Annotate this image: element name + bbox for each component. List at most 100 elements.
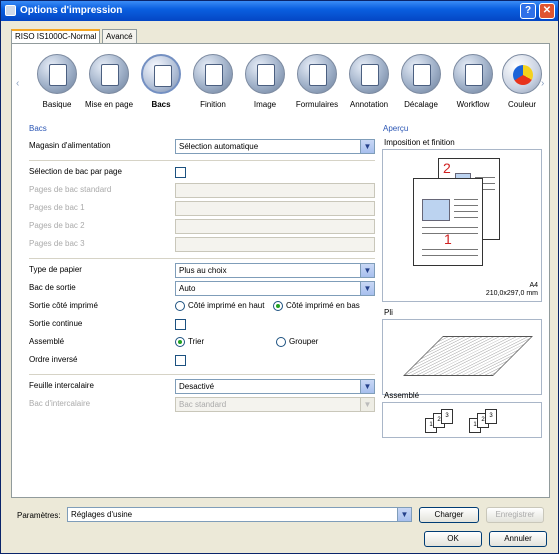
tab-avance[interactable]: Avancé [102, 29, 137, 43]
scroll-left-icon[interactable]: ‹ [16, 78, 19, 89]
fold-icon [403, 336, 533, 376]
imposition-preview: 2 1 A4 210,0x297,0 mm [382, 149, 542, 302]
chevron-down-icon[interactable]: ▼ [360, 380, 374, 393]
ordre-inverse-row: Ordre inversé [29, 353, 389, 368]
nav-decalage[interactable]: Décalage [395, 48, 447, 116]
face-down-radio[interactable] [273, 301, 283, 311]
pages-1-field[interactable] [175, 201, 375, 216]
pages-1-label: Pages de bac 1 [29, 203, 85, 212]
tab-panel: ‹ Basique Mise en page Bacs Finition Ima… [11, 43, 550, 498]
magasin-value: Sélection automatique [179, 142, 259, 151]
chevron-down-icon[interactable]: ▼ [360, 282, 374, 295]
nav-bacs[interactable]: Bacs [135, 48, 187, 116]
pages-standard-label: Pages de bac standard [29, 185, 112, 194]
chevron-down-icon[interactable]: ▼ [360, 264, 374, 277]
sortie-continue-row: Sortie continue [29, 317, 389, 332]
grouper-radio[interactable] [276, 337, 286, 347]
magasin-select[interactable]: Sélection automatique ▼ [175, 139, 375, 154]
finishing-icon [193, 54, 233, 94]
collate-set-icon: 1 2 3 [425, 409, 463, 433]
bac-intercalaire-value: Bac standard [179, 400, 227, 409]
chevron-down-icon[interactable]: ▼ [397, 508, 411, 521]
settings-bar: Paramètres: Réglages d'usine ▼ Charger E… [11, 507, 550, 527]
selection-par-page-row: Sélection de bac par page [29, 165, 389, 180]
ordre-inverse-checkbox[interactable] [175, 355, 186, 366]
nav-annotation-label: Annotation [349, 100, 389, 109]
title-bar[interactable]: Options d'impression ? ✕ [1, 1, 558, 21]
category-toolbar: ‹ Basique Mise en page Bacs Finition Ima… [12, 48, 549, 116]
feuille-intercalaire-select[interactable]: Desactivé ▼ [175, 379, 375, 394]
collate-preview: 1 2 3 1 2 3 [382, 402, 542, 438]
pli-label: Pli [384, 308, 393, 317]
nav-basique[interactable]: Basique [31, 48, 83, 116]
trier-radio[interactable] [175, 337, 185, 347]
selection-par-page-label: Sélection de bac par page [29, 167, 122, 176]
pages-3-field[interactable] [175, 237, 375, 252]
magasin-row: Magasin d'alimentation Sélection automat… [29, 139, 389, 154]
charger-button[interactable]: Charger [419, 507, 479, 523]
sortie-continue-label: Sortie continue [29, 319, 83, 328]
divider [29, 374, 375, 375]
pages-2-label: Pages de bac 2 [29, 221, 85, 230]
chevron-down-icon[interactable]: ▼ [360, 140, 374, 153]
face-up-label[interactable]: Côté imprimé en haut [188, 301, 264, 310]
pages-standard-field[interactable] [175, 183, 375, 198]
selection-par-page-checkbox[interactable] [175, 167, 186, 178]
enregistrer-button[interactable]: Enregistrer [486, 507, 544, 523]
bac-sortie-value: Auto [179, 284, 196, 293]
nav-image[interactable]: Image [239, 48, 291, 116]
type-papier-select[interactable]: Plus au choix ▼ [175, 263, 375, 278]
parametres-select[interactable]: Réglages d'usine ▼ [67, 507, 412, 522]
parametres-value: Réglages d'usine [71, 510, 133, 519]
collate-set-icon: 1 2 3 [469, 409, 507, 433]
tab-normal[interactable]: RISO IS1000C-Normal [11, 29, 101, 44]
pages-standard-row: Pages de bac standard [29, 183, 389, 198]
bac-intercalaire-row: Bac d'intercalaire Bac standard ▼ [29, 397, 389, 412]
nav-mise-en-page-label: Mise en page [84, 100, 134, 109]
type-papier-row: Type de papier Plus au choix ▼ [29, 263, 389, 278]
annuler-button[interactable]: Annuler [489, 531, 547, 547]
feuille-intercalaire-value: Desactivé [179, 382, 215, 391]
bac-sortie-select[interactable]: Auto ▼ [175, 281, 375, 296]
layout-icon [89, 54, 129, 94]
nav-annotation[interactable]: Annotation [343, 48, 395, 116]
divider [29, 258, 375, 259]
printer-icon [5, 5, 16, 16]
nav-mise-en-page[interactable]: Mise en page [83, 48, 135, 116]
feuille-intercalaire-row: Feuille intercalaire Desactivé ▼ [29, 379, 389, 394]
face-down-label[interactable]: Côté imprimé en bas [286, 301, 360, 310]
imposition-label: Imposition et finition [384, 138, 455, 147]
bac-sortie-label: Bac de sortie [29, 283, 76, 292]
nav-finition[interactable]: Finition [187, 48, 239, 116]
print-options-dialog: Options d'impression ? ✕ RISO IS1000C-No… [0, 0, 559, 554]
assemble-row: Assemblé Trier Grouper [29, 335, 389, 350]
grouper-label[interactable]: Grouper [289, 337, 318, 346]
pages-2-row: Pages de bac 2 [29, 219, 389, 234]
nav-formulaires[interactable]: Formulaires [291, 48, 343, 116]
trier-label[interactable]: Trier [188, 337, 204, 346]
assemble-preview-label: Assemblé [384, 391, 420, 400]
sortie-continue-checkbox[interactable] [175, 319, 186, 330]
forms-icon [297, 54, 337, 94]
sortie-cote-row: Sortie côté imprimé Côté imprimé en haut… [29, 299, 389, 314]
close-button[interactable]: ✕ [539, 3, 555, 19]
help-button[interactable]: ? [520, 3, 536, 19]
face-up-radio[interactable] [175, 301, 185, 311]
fold-preview [382, 319, 542, 395]
pages-2-field[interactable] [175, 219, 375, 234]
scroll-right-icon[interactable]: › [541, 78, 544, 89]
bac-intercalaire-select[interactable]: Bac standard ▼ [175, 397, 375, 412]
feuille-intercalaire-label: Feuille intercalaire [29, 381, 94, 390]
nav-couleur-label: Couleur [507, 100, 536, 109]
nav-formulaires-label: Formulaires [295, 100, 339, 109]
nav-image-label: Image [253, 100, 277, 109]
nav-bacs-label: Bacs [151, 100, 171, 109]
tray-icon [141, 54, 181, 94]
preview-page-1: 1 [413, 178, 483, 266]
nav-workflow-label: Workflow [456, 100, 490, 109]
ok-button[interactable]: OK [424, 531, 482, 547]
magasin-label: Magasin d'alimentation [29, 141, 111, 150]
nav-workflow[interactable]: Workflow [447, 48, 499, 116]
chevron-down-icon[interactable]: ▼ [360, 398, 374, 411]
color-icon [502, 54, 542, 94]
